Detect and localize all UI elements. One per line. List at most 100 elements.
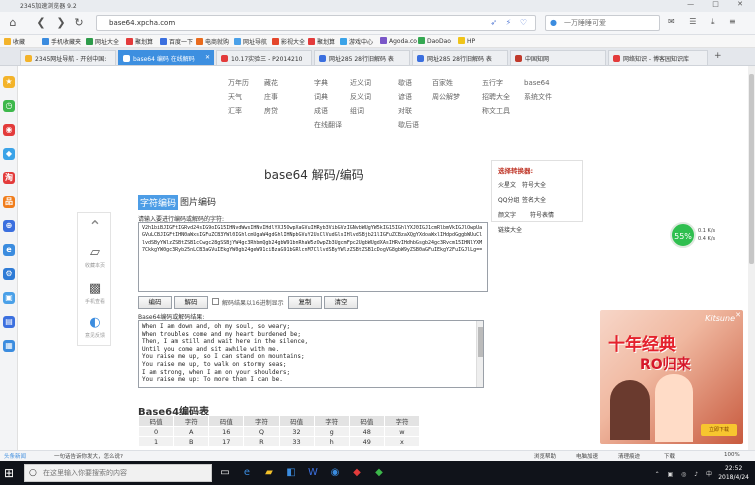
tab-decode-1[interactable]: 网址285 28行旧解码 表 <box>314 50 410 65</box>
toolbar-icons[interactable]: ✉ ☰ ⤓ ≡ <box>668 17 742 27</box>
favorite-page-button[interactable]: ▱ 收藏本页 <box>78 245 112 269</box>
tab-cnblogs[interactable]: 网络知识 - 博客园知识库 <box>608 50 708 65</box>
taskbar-search[interactable]: ○ <box>24 464 212 482</box>
menu-link[interactable]: 组词 <box>350 104 390 118</box>
menu-link[interactable]: 庄事 <box>264 90 304 104</box>
scrollbar-thumb[interactable] <box>478 327 483 357</box>
clear-button[interactable]: 清空 <box>324 296 358 309</box>
output-textarea[interactable]: When I am down and, oh my soul, so weary… <box>138 320 484 388</box>
taobao-icon[interactable]: 淘 <box>3 172 15 184</box>
browser-icon[interactable]: ◉ <box>328 466 342 480</box>
decode-button[interactable]: 解码 <box>174 296 208 309</box>
browse-help[interactable]: 浏览帮助 <box>534 452 556 460</box>
address-actions[interactable]: ➶ ⚡ ♡ <box>490 18 530 27</box>
ad-download-button[interactable]: 立即下载 <box>701 424 737 436</box>
taskbar-search-input[interactable] <box>25 465 211 481</box>
news-icon[interactable]: ▤ <box>3 316 15 328</box>
clock[interactable]: 22:52 2018/4/24 <box>718 464 749 482</box>
bookmark-item[interactable]: 收藏 <box>4 37 25 46</box>
back-icon[interactable]: ❮ <box>34 16 48 30</box>
shop-icon[interactable]: 品 <box>3 196 15 208</box>
menu-link[interactable]: 反义词 <box>350 90 390 104</box>
bookmark-item[interactable]: 聚划算 <box>126 37 153 46</box>
menu-link[interactable]: 系统文件 <box>524 90 564 104</box>
search-box[interactable]: ● <box>545 15 660 31</box>
encode-button[interactable]: 编码 <box>138 296 172 309</box>
related-link[interactable]: 符号表情 <box>530 210 554 219</box>
system-tray[interactable]: ⌃ ▣ ◎ ♪ 中 <box>655 469 715 478</box>
task-view-icon[interactable]: ▭ <box>218 466 232 480</box>
tab-cnki[interactable]: 中国知网 <box>510 50 606 65</box>
input-textarea[interactable]: V2h1biBJIGFtIGRvd24sIG9oIG15IHNvdWwsIHNv… <box>138 222 488 292</box>
address-bar[interactable]: base64.xpcha.com ➶ ⚡ ♡ <box>96 15 536 31</box>
network-monitor[interactable]: 55% <box>670 222 696 248</box>
weibo-icon[interactable]: ◉ <box>3 124 15 136</box>
explorer-icon[interactable]: ▰ <box>262 466 276 480</box>
store-icon[interactable]: ◧ <box>284 466 298 480</box>
tab-base64[interactable]: base64 编码 在线解码 ✕ <box>118 50 214 65</box>
tab-decode-2[interactable]: 网址285 28行旧解码 表 <box>412 50 508 65</box>
bookmark-item[interactable]: DaoDao <box>418 37 451 45</box>
related-link[interactable]: 链接大全 <box>498 225 522 234</box>
copy-button[interactable]: 复制 <box>288 296 322 309</box>
bookmark-item[interactable]: 手机收藏夹 <box>42 37 81 46</box>
related-link[interactable]: 符号大全 <box>522 180 554 189</box>
ie-icon[interactable]: e <box>3 244 15 256</box>
menu-link[interactable]: 近义词 <box>350 76 390 90</box>
menu-link[interactable]: 称文工具 <box>482 104 522 118</box>
windows-start-icon[interactable]: ⊞ <box>4 466 14 480</box>
close-icon[interactable]: ✕ <box>205 54 210 61</box>
menu-link[interactable]: 成语 <box>314 104 354 118</box>
zoom-level[interactable]: 100% <box>724 452 740 458</box>
home-icon[interactable]: ⌂ <box>6 16 20 30</box>
menu-link[interactable]: 歇后语 <box>398 118 438 132</box>
tab-image-encode[interactable]: 图片编码 <box>180 195 216 208</box>
pc-accelerate[interactable]: 电脑加速 <box>576 452 598 460</box>
feedback-button[interactable]: ◐ 意见反馈 <box>78 315 112 339</box>
app-icon[interactable]: ◆ <box>3 148 15 160</box>
app-icon[interactable]: ◆ <box>350 466 364 480</box>
menu-link[interactable]: 房贷 <box>264 104 304 118</box>
bookmark-item[interactable]: Agoda.co <box>380 37 417 45</box>
mobile-view-button[interactable]: ▩ 手机查看 <box>78 281 112 305</box>
apps-icon[interactable]: ▦ <box>3 340 15 352</box>
app-icon[interactable]: ◆ <box>372 466 386 480</box>
tab-text-encode[interactable]: 字符编码 <box>138 195 179 210</box>
menu-link[interactable]: 周公解梦 <box>432 90 472 104</box>
tools-icon[interactable]: ⚙ <box>3 268 15 280</box>
related-link[interactable]: 火星文 <box>498 180 522 189</box>
favorites-icon[interactable]: ★ <box>3 76 15 88</box>
window-controls[interactable]: — □ ✕ <box>687 0 751 8</box>
news-ticker[interactable]: 一句话告诉你发大，怎么说? <box>54 452 123 460</box>
menu-link[interactable]: 字典 <box>314 76 354 90</box>
menu-link[interactable]: 百家姓 <box>432 76 472 90</box>
menu-link[interactable]: 招聘大全 <box>482 90 522 104</box>
bookmark-item[interactable]: 聚划算 <box>308 37 335 46</box>
edge-icon[interactable]: e <box>240 466 254 480</box>
related-link[interactable]: 签名大全 <box>522 195 546 204</box>
bookmark-item[interactable]: 游戏中心 <box>340 37 373 46</box>
bookmark-item[interactable]: 网址大全 <box>86 37 119 46</box>
new-tab-icon[interactable]: + <box>714 51 722 61</box>
menu-link[interactable]: 对联 <box>398 104 438 118</box>
related-link[interactable]: QQ分组 <box>498 195 522 204</box>
bookmark-item[interactable]: 网址导航 <box>234 37 267 46</box>
page-scrollbar[interactable] <box>748 66 755 450</box>
search-input[interactable] <box>546 16 659 30</box>
tab-2345[interactable]: 2345网址导航 - 开创中国: <box>20 50 116 65</box>
hex-checkbox[interactable] <box>212 298 219 305</box>
menu-link[interactable]: 汇率 <box>228 104 268 118</box>
news-ticker-label[interactable]: 头条新闻 <box>4 452 26 460</box>
word-icon[interactable]: W <box>306 466 320 480</box>
refresh-icon[interactable]: ↻ <box>72 16 86 30</box>
history-icon[interactable]: ◷ <box>3 100 15 112</box>
scrollbar-thumb[interactable] <box>749 74 754 264</box>
related-link[interactable]: 颜文字 <box>498 210 530 219</box>
menu-link[interactable]: 天气 <box>228 90 268 104</box>
bookmark-item[interactable]: 电商就购 <box>196 37 229 46</box>
monitor-icon[interactable]: ▣ <box>3 292 15 304</box>
bookmark-item[interactable]: HP <box>458 37 475 45</box>
downloads[interactable]: 下载 <box>664 452 675 460</box>
menu-link[interactable]: 词典 <box>314 90 354 104</box>
advertisement[interactable]: Kitsune ✕ 十年经典 RO归来 立即下载 <box>600 310 743 444</box>
